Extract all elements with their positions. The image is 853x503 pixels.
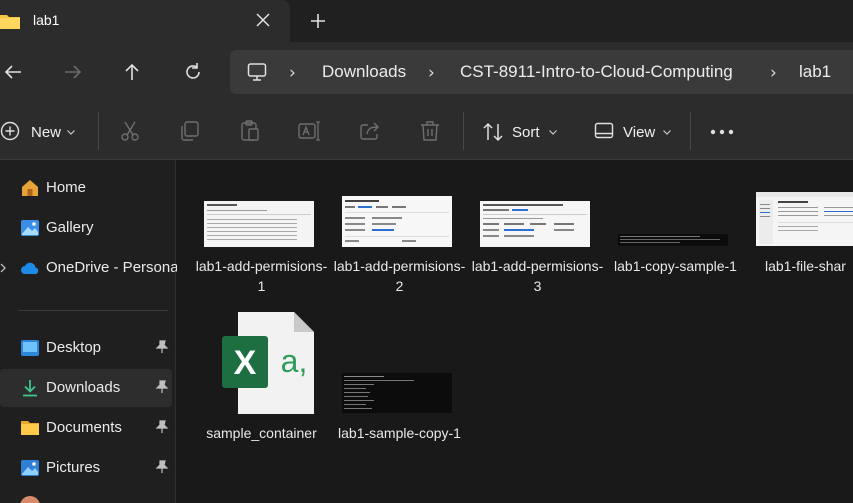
sidebar-item-label: Downloads [46, 379, 121, 396]
breadcrumb-separator-icon[interactable]: › [428, 63, 435, 83]
svg-text:X: X [234, 344, 257, 382]
up-arrow-icon[interactable] [121, 61, 143, 83]
sidebar-item-documents[interactable]: Documents [0, 409, 172, 447]
sidebar-item-gallery[interactable]: Gallery [0, 209, 172, 247]
chevron-down-icon[interactable] [548, 127, 558, 137]
forward-arrow-icon[interactable] [62, 61, 84, 83]
file-name: lab1-add-permisions-1 [195, 258, 328, 294]
divider [98, 112, 99, 150]
new-tab-icon[interactable] [309, 12, 327, 30]
cut-icon[interactable] [119, 120, 141, 142]
sidebar-item-onedrive[interactable]: OneDrive - Persona [0, 249, 179, 287]
breadcrumb-separator-icon[interactable]: › [770, 63, 777, 83]
sidebar-item-label: Home [46, 179, 87, 196]
download-icon [23, 380, 37, 397]
tab-title: lab1 [33, 12, 60, 28]
file-view: lab1-add-permisions-1 lab1-add-permision… [177, 160, 853, 503]
pin-icon[interactable] [155, 340, 169, 354]
file-name: lab1-add-permisions-2 [333, 258, 466, 294]
pictures-icon [21, 460, 39, 476]
home-icon [22, 180, 38, 196]
chevron-down-icon[interactable] [66, 127, 76, 137]
this-pc-icon[interactable] [247, 62, 267, 82]
new-button[interactable]: New [31, 124, 61, 141]
sidebar-item-label: Documents [46, 419, 122, 436]
sidebar-item-downloads[interactable]: Downloads [0, 369, 172, 407]
breadcrumb-downloads[interactable]: Downloads [322, 62, 406, 82]
image-thumbnail [480, 201, 590, 247]
sidebar-item-label: Gallery [46, 219, 94, 236]
excel-csv-file-icon: X a, [222, 312, 314, 414]
rename-icon[interactable] [298, 120, 322, 142]
chevron-down-icon[interactable] [662, 127, 672, 137]
file-name: sample_container [206, 425, 317, 441]
paste-icon[interactable] [239, 120, 261, 142]
file-name: lab1-sample-copy-1 [338, 425, 461, 441]
file-item[interactable]: lab1-add-permisions-3 [470, 184, 605, 294]
divider [18, 310, 168, 311]
image-thumbnail [618, 234, 728, 246]
sort-button[interactable]: Sort [512, 124, 540, 141]
image-thumbnail [756, 192, 853, 246]
pin-icon[interactable] [155, 420, 169, 434]
documents-folder-icon [21, 421, 39, 435]
sort-icon[interactable] [482, 121, 504, 143]
pin-icon[interactable] [155, 380, 169, 394]
file-name: lab1-add-permisions-3 [471, 258, 604, 294]
gallery-icon [21, 220, 39, 236]
pin-icon[interactable] [155, 460, 169, 474]
file-name: lab1-copy-sample-1 [614, 258, 737, 274]
image-thumbnail [342, 373, 452, 413]
file-item[interactable]: lab1-sample-copy-1 [332, 310, 467, 450]
file-item[interactable]: lab1-copy-sample-1 [608, 184, 743, 294]
close-icon[interactable] [254, 11, 272, 29]
file-item[interactable]: lab1-add-permisions-1 [194, 184, 329, 294]
address-bar[interactable]: › Downloads › CST-8911-Intro-to-Cloud-Co… [230, 50, 853, 94]
back-arrow-icon[interactable] [2, 61, 24, 83]
new-plus-icon[interactable] [0, 121, 20, 141]
file-item[interactable]: lab1-add-permisions-2 [332, 184, 467, 294]
delete-icon[interactable] [419, 120, 441, 142]
copy-icon[interactable] [179, 120, 201, 142]
tab-lab1[interactable]: lab1 [0, 0, 290, 42]
command-bar: New Sort View [0, 102, 853, 160]
desktop-icon [21, 340, 39, 356]
sidebar-item-pictures[interactable]: Pictures [0, 449, 172, 487]
divider [690, 112, 691, 150]
breadcrumb-lab1[interactable]: lab1 [799, 62, 831, 82]
navigation-pane: Home Gallery OneDrive - Persona Desktop [0, 160, 179, 503]
file-name: lab1-file-shar [765, 258, 846, 274]
divider [463, 112, 464, 150]
folder-icon [0, 15, 20, 29]
chevron-right-icon[interactable] [0, 263, 6, 273]
onedrive-cloud-icon [21, 262, 39, 274]
more-options-icon[interactable] [710, 129, 734, 135]
navigation-bar: › Downloads › CST-8911-Intro-to-Cloud-Co… [0, 42, 853, 102]
music-icon [20, 496, 40, 503]
image-thumbnail [204, 201, 314, 247]
view-button[interactable]: View [623, 124, 655, 141]
sidebar-item-label: OneDrive - Persona [46, 259, 179, 276]
sidebar-item-home[interactable]: Home [0, 169, 172, 207]
refresh-icon[interactable] [182, 61, 204, 83]
file-item[interactable]: X a, sample_container [194, 310, 329, 450]
image-thumbnail [342, 196, 452, 247]
breadcrumb-course-folder[interactable]: CST-8911-Intro-to-Cloud-Computing [460, 62, 733, 82]
sidebar-item-desktop[interactable]: Desktop [0, 329, 172, 367]
view-icon[interactable] [594, 122, 614, 140]
title-bar: lab1 [0, 0, 853, 42]
share-icon[interactable] [359, 120, 381, 142]
file-item[interactable]: lab1-file-shar [746, 184, 853, 294]
sidebar-item-label: Pictures [46, 459, 101, 476]
breadcrumb-separator-icon[interactable]: › [289, 63, 296, 83]
sidebar-item-label: Desktop [46, 339, 102, 356]
svg-text:a,: a, [281, 343, 308, 379]
